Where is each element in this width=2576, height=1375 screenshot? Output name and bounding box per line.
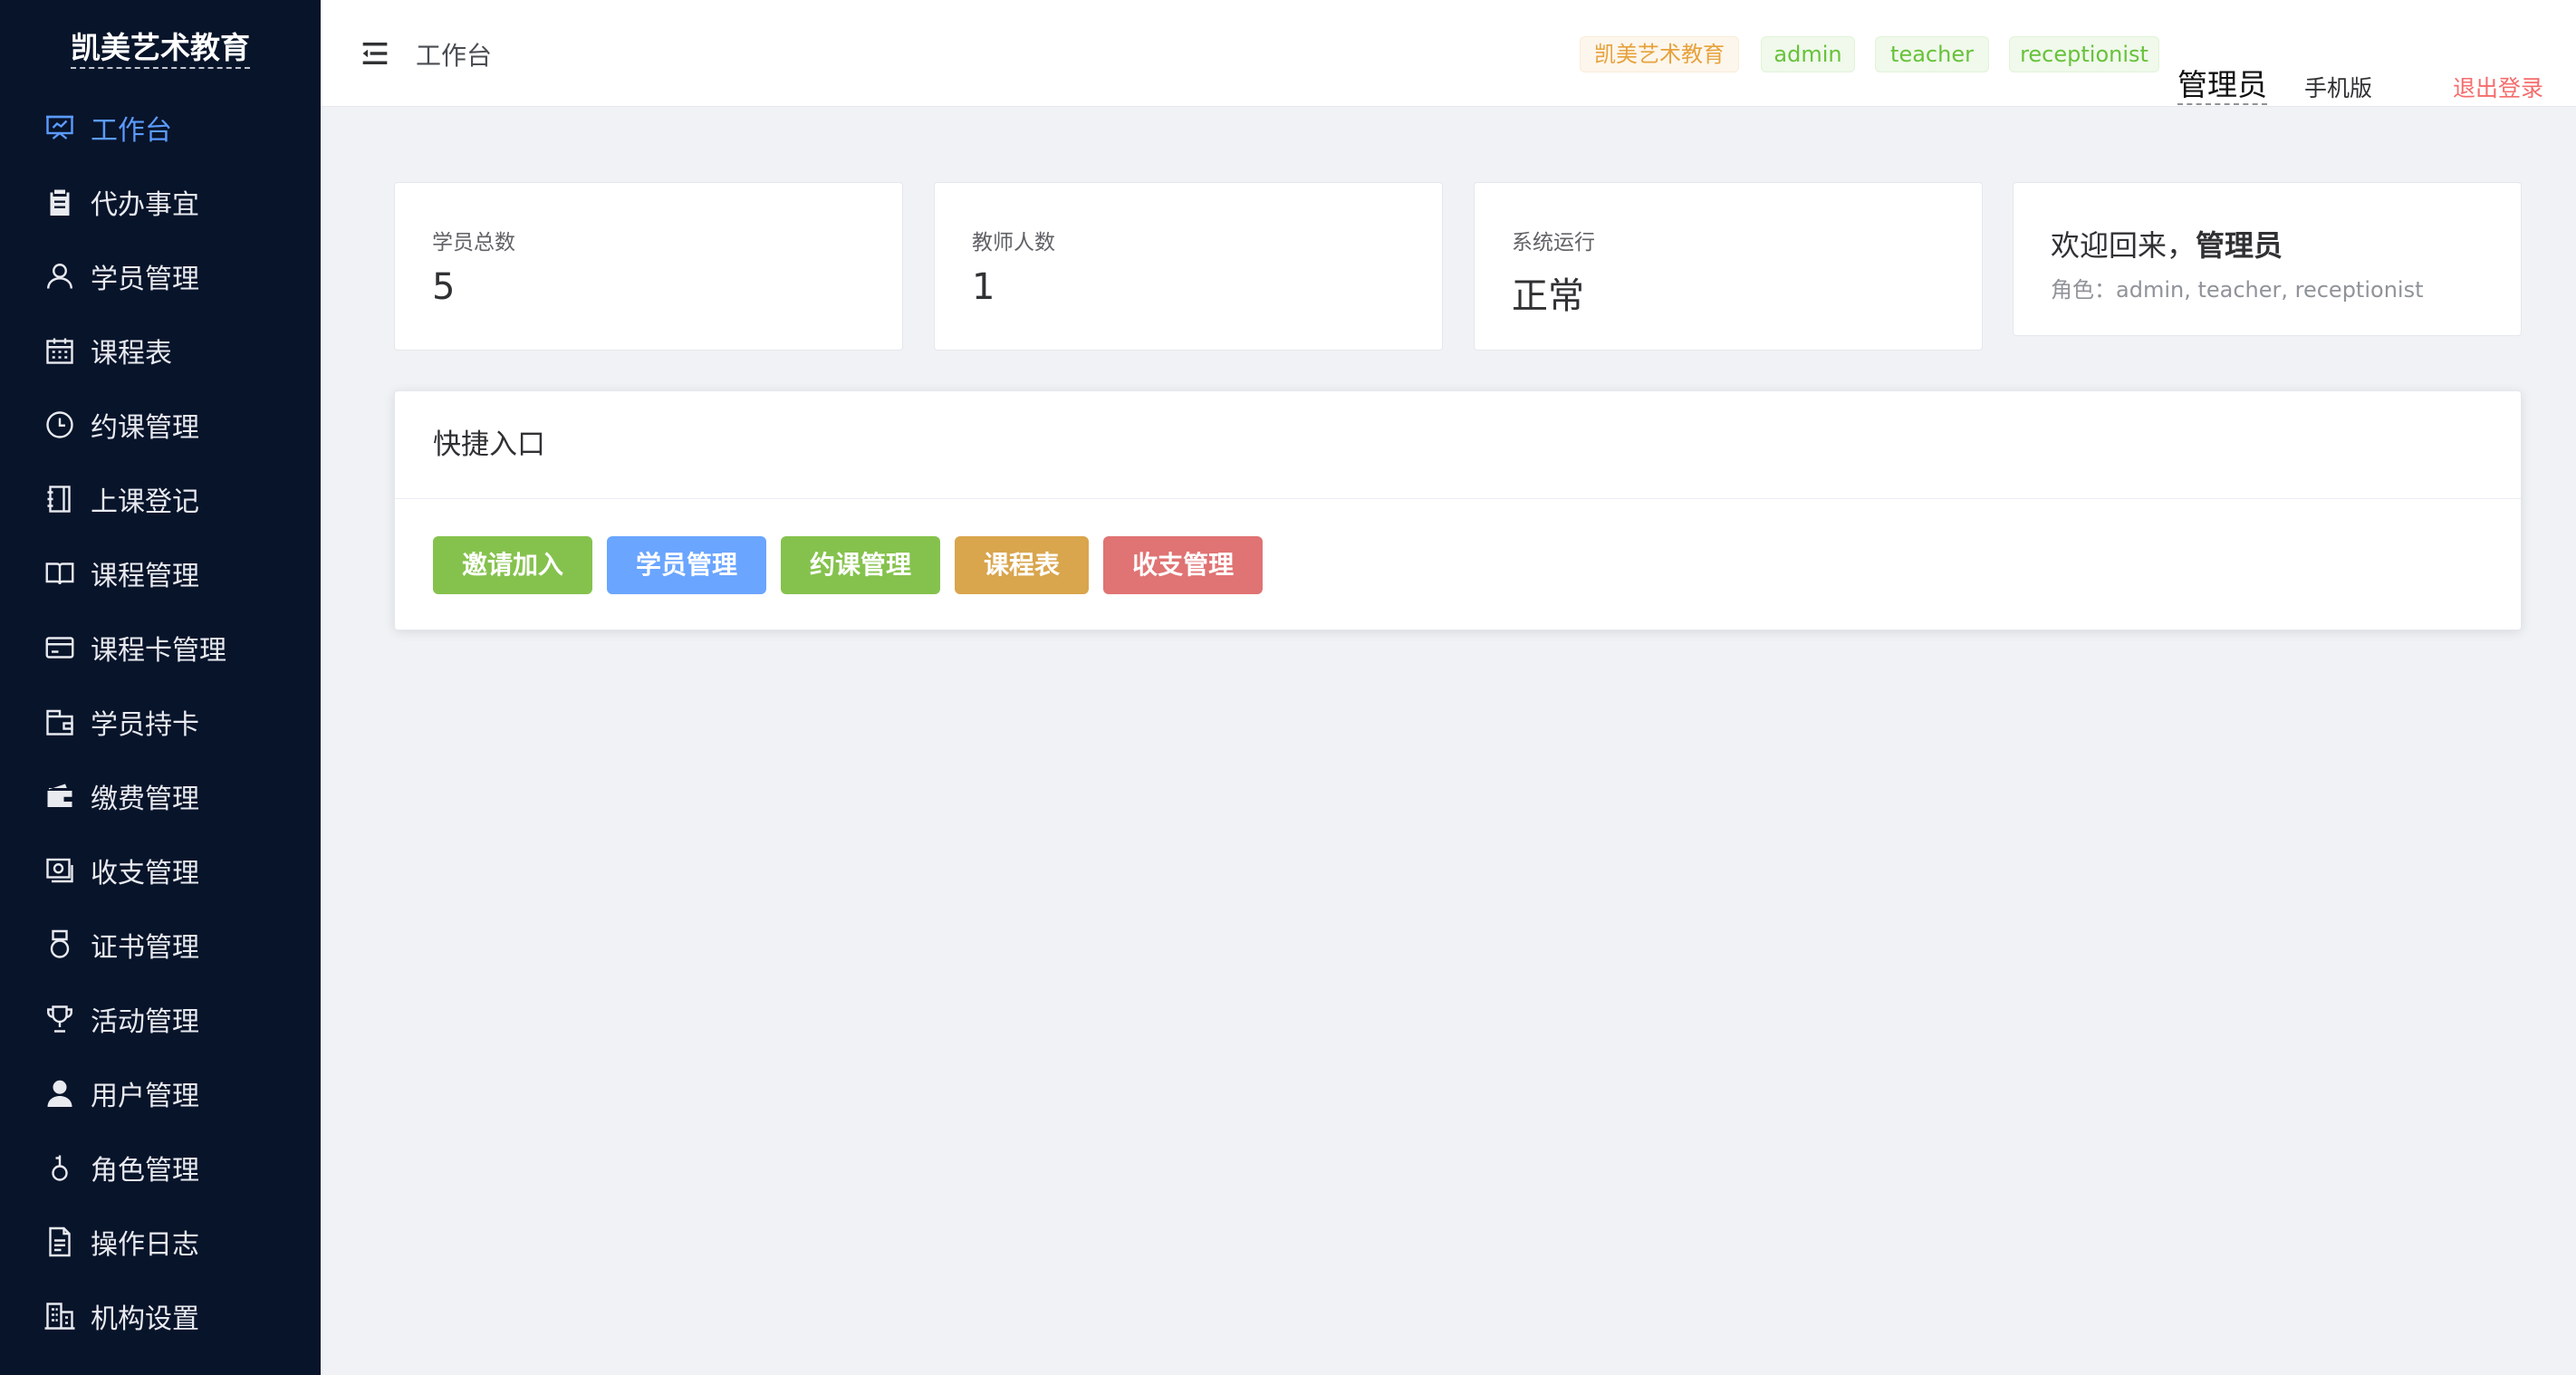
app-root: 凯美艺术教育 工作台 代办事宜 学员管理 课程表 约课管理 上课登记 课程管理 … (0, 0, 2576, 1375)
stat-label: 学员总数 (432, 231, 515, 255)
sidebar-menu: 工作台 代办事宜 学员管理 课程表 约课管理 上课登记 课程管理 课程卡管理 学… (0, 91, 321, 1353)
logout-link[interactable]: 退出登录 (2453, 71, 2543, 103)
user-icon (43, 260, 76, 293)
sidebar-item-booking[interactable]: 约课管理 (0, 388, 321, 462)
sidebar-item-courses[interactable]: 课程管理 (0, 536, 321, 611)
welcome-card: 欢迎回来，管理员 角色：admin, teacher, receptionist (2013, 182, 2522, 336)
sidebar-item-schedule[interactable]: 课程表 (0, 313, 321, 388)
role-tag-admin: admin (1761, 36, 1855, 72)
stat-card-teachers: 教师人数 1 (934, 182, 1443, 351)
schedule-button[interactable]: 课程表 (955, 536, 1090, 594)
sidebar-item-student-cards[interactable]: 学员持卡 (0, 685, 321, 759)
user-filled-icon (43, 1077, 76, 1110)
sidebar-item-label: 证书管理 (91, 932, 199, 964)
stat-value: 1 (972, 266, 995, 308)
credit-card-icon (43, 631, 76, 664)
medal-icon (43, 928, 76, 961)
quick-entry-buttons: 邀请加入 学员管理 约课管理 课程表 收支管理 (433, 536, 1277, 594)
sidebar-item-label: 课程管理 (91, 561, 199, 592)
sidebar-item-payments[interactable]: 缴费管理 (0, 759, 321, 833)
office-building-icon (43, 1300, 76, 1332)
welcome-roles: 角色：admin, teacher, receptionist (2051, 277, 2424, 303)
stat-label: 教师人数 (972, 231, 1055, 255)
sidebar-item-label: 操作日志 (91, 1229, 199, 1261)
student-management-button[interactable]: 学员管理 (607, 536, 767, 594)
sidebar-item-label: 约课管理 (91, 412, 199, 444)
money-icon (43, 854, 76, 887)
book-icon (43, 557, 76, 590)
logo-text: 凯美艺术教育 (71, 30, 250, 69)
sidebar-item-students[interactable]: 学员管理 (0, 239, 321, 313)
sidebar-item-roles[interactable]: 角色管理 (0, 1130, 321, 1205)
sidebar-item-users[interactable]: 用户管理 (0, 1056, 321, 1130)
role-tag-receptionist: receptionist (2009, 36, 2159, 72)
top-header: 工作台 凯美艺术教育 admin teacher receptionist 管理… (321, 0, 2576, 107)
clock-icon (43, 409, 76, 441)
finance-management-button[interactable]: 收支管理 (1103, 536, 1264, 594)
sidebar-item-activities[interactable]: 活动管理 (0, 982, 321, 1056)
sidebar-item-label: 用户管理 (91, 1081, 199, 1112)
sidebar-item-label: 收支管理 (91, 858, 199, 889)
clipboard-icon (43, 186, 76, 218)
org-tag: 凯美艺术教育 (1580, 36, 1739, 72)
sidebar-item-label: 上课登记 (91, 486, 199, 518)
key-icon (43, 1151, 76, 1184)
sidebar-item-attendance[interactable]: 上课登记 (0, 462, 321, 536)
welcome-title: 欢迎回来，管理员 (2051, 223, 2283, 264)
stat-value: 正常 (1512, 275, 1584, 317)
logo[interactable]: 凯美艺术教育 (0, 24, 321, 69)
sidebar-item-label: 机构设置 (91, 1303, 199, 1335)
sidebar-item-finance[interactable]: 收支管理 (0, 833, 321, 908)
sidebar-item-certificates[interactable]: 证书管理 (0, 908, 321, 982)
sidebar-item-label: 缴费管理 (91, 784, 199, 815)
sidebar-item-course-cards[interactable]: 课程卡管理 (0, 611, 321, 685)
booking-management-button[interactable]: 约课管理 (781, 536, 941, 594)
sidebar-item-todo[interactable]: 代办事宜 (0, 165, 321, 239)
sidebar-item-label: 学员持卡 (91, 709, 199, 741)
wallet-filled-icon (43, 780, 76, 812)
stat-card-system: 系统运行 正常 (1474, 182, 1983, 351)
welcome-prefix: 欢迎回来， (2051, 228, 2196, 263)
user-dropdown[interactable]: 管理员 (2177, 67, 2267, 105)
document-icon (43, 1226, 76, 1258)
role-tag-teacher: teacher (1875, 36, 1989, 72)
trophy-icon (43, 1003, 76, 1035)
quick-entry-title: 快捷入口 (395, 391, 2521, 499)
sidebar-item-label: 学员管理 (91, 264, 199, 295)
wallet-icon (43, 706, 76, 738)
sidebar-item-label: 活动管理 (91, 1006, 199, 1038)
presentation-icon (43, 111, 76, 144)
invite-button[interactable]: 邀请加入 (433, 536, 593, 594)
sidebar-item-label: 角色管理 (91, 1155, 199, 1187)
sidebar-item-label: 工作台 (91, 115, 172, 147)
sidebar-item-settings[interactable]: 机构设置 (0, 1279, 321, 1353)
mobile-version-link[interactable]: 手机版 (2304, 71, 2372, 103)
welcome-name: 管理员 (2196, 228, 2283, 263)
sidebar-item-label: 课程表 (91, 338, 172, 370)
stat-label: 系统运行 (1512, 231, 1595, 255)
header-right: 凯美艺术教育 admin teacher receptionist 管理员 手机… (321, 33, 2576, 105)
sidebar: 凯美艺术教育 工作台 代办事宜 学员管理 课程表 约课管理 上课登记 课程管理 … (0, 0, 321, 1375)
stat-card-students: 学员总数 5 (394, 182, 903, 351)
quick-entry-card: 快捷入口 邀请加入 学员管理 约课管理 课程表 收支管理 (394, 390, 2522, 630)
calendar-icon (43, 334, 76, 367)
notebook-icon (43, 483, 76, 515)
sidebar-item-label: 代办事宜 (91, 189, 199, 221)
sidebar-item-logs[interactable]: 操作日志 (0, 1205, 321, 1279)
sidebar-item-label: 课程卡管理 (91, 635, 226, 667)
stat-value: 5 (432, 266, 456, 308)
sidebar-item-dashboard[interactable]: 工作台 (0, 91, 321, 165)
